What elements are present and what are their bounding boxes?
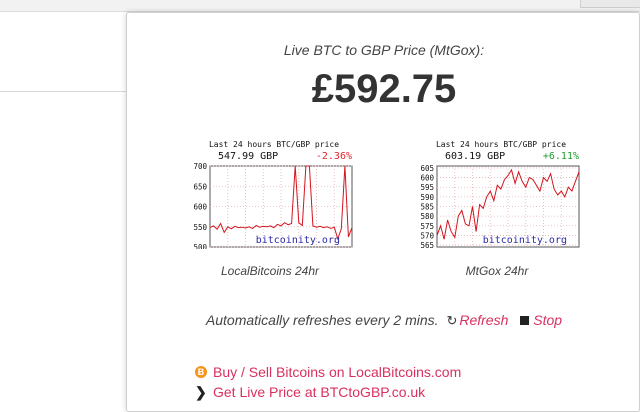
chart-watermark: bitcoinity.org — [256, 235, 340, 246]
link-btctogbp[interactable]: ❯ Get Live Price at BTCtoGBP.co.uk — [195, 382, 461, 402]
chart-mtgox[interactable]: Last 24 hours BTC/GBP price 603.19 GBP +6.… — [409, 137, 585, 249]
chevron-right-icon: ❯ — [195, 383, 207, 400]
y-tick-label: 650 — [193, 182, 207, 191]
chart-caption-localbitcoins: LocalBitcoins 24hr — [220, 264, 320, 278]
y-tick-label: 600 — [193, 203, 207, 212]
chart-localbitcoins-svg: Last 24 hours BTC/GBP price 547.99 GBP -2.… — [182, 137, 358, 249]
footer-links: Ƀ Buy / Sell Bitcoins on LocalBitcoins.c… — [195, 362, 461, 402]
chart-mtgox-svg: Last 24 hours BTC/GBP price 603.19 GBP +6.… — [409, 137, 585, 249]
chart-last-price: 603.19 GBP — [445, 151, 505, 162]
current-price: £592.75 — [311, 67, 457, 111]
stop-icon[interactable] — [520, 316, 530, 325]
y-tick-label: 605 — [420, 164, 434, 173]
y-tick-label: 565 — [420, 241, 434, 249]
stop-link[interactable]: Stop — [533, 312, 562, 328]
browser-toolbar-edge — [580, 0, 640, 8]
y-tick-label: 590 — [420, 193, 434, 202]
bitcoin-icon: Ƀ — [195, 366, 207, 378]
refresh-icon[interactable]: ↻ — [446, 313, 457, 329]
extension-popup: Live BTC to GBP Price (MtGox): £592.75 L… — [126, 12, 640, 412]
y-tick-label: 600 — [420, 174, 434, 183]
y-tick-label: 570 — [420, 231, 434, 240]
refresh-status-text: Automatically refreshes every 2 mins. — [205, 312, 439, 328]
y-tick-label: 700 — [193, 162, 207, 171]
link-btctogbp-label[interactable]: Get Live Price at BTCtoGBP.co.uk — [213, 384, 425, 400]
chart-localbitcoins[interactable]: Last 24 hours BTC/GBP price 547.99 GBP -2.… — [182, 137, 358, 249]
y-tick-label: 550 — [193, 223, 207, 232]
y-tick-label: 500 — [193, 243, 207, 249]
y-tick-label: 595 — [420, 183, 434, 192]
popup-subtitle: Live BTC to GBP Price (MtGox): — [283, 42, 485, 58]
chart-last-price: 547.99 GBP — [218, 151, 278, 162]
chart-header: Last 24 hours BTC/GBP price — [209, 140, 339, 149]
y-tick-label: 575 — [420, 222, 434, 231]
chart-change: +6.11% — [543, 151, 579, 162]
y-tick-label: 585 — [420, 203, 434, 212]
chart-change: -2.36% — [316, 151, 352, 162]
browser-tab-strip — [0, 0, 640, 12]
refresh-status: Automatically refreshes every 2 mins. ↻ R… — [127, 312, 640, 329]
link-localbitcoins[interactable]: Ƀ Buy / Sell Bitcoins on LocalBitcoins.c… — [195, 362, 461, 382]
chart-caption-mtgox: MtGox 24hr — [465, 264, 529, 278]
y-tick-label: 580 — [420, 212, 434, 221]
chart-watermark: bitcoinity.org — [483, 235, 567, 246]
refresh-link[interactable]: Refresh — [459, 312, 508, 328]
link-localbitcoins-label[interactable]: Buy / Sell Bitcoins on LocalBitcoins.com — [213, 364, 461, 380]
chart-header: Last 24 hours BTC/GBP price — [436, 140, 566, 149]
